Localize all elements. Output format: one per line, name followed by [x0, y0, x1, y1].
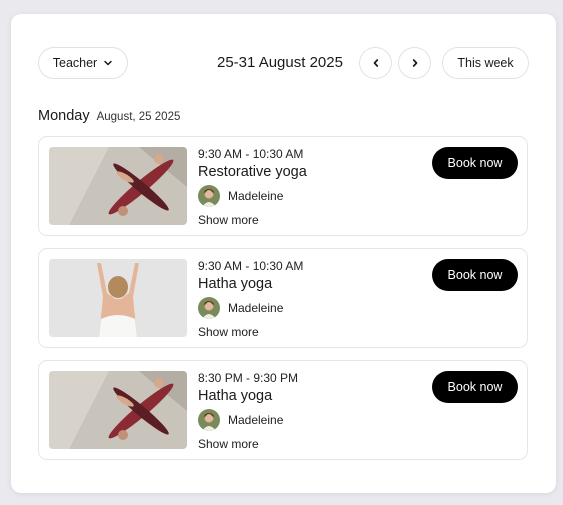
class-time: 9:30 AM - 10:30 AM	[198, 259, 304, 273]
show-more-link[interactable]: Show more	[198, 325, 259, 339]
teacher-name: Madeleine	[228, 413, 284, 427]
class-name: Hatha yoga	[198, 388, 273, 404]
day-name: Monday	[38, 108, 90, 124]
book-now-button[interactable]: Book now	[432, 147, 518, 179]
class-image	[49, 147, 187, 225]
teacher-filter-label: Teacher	[52, 56, 98, 70]
class-image	[49, 371, 187, 449]
class-time: 9:30 AM - 10:30 AM	[198, 147, 304, 161]
teacher-filter-dropdown[interactable]: Teacher	[38, 47, 128, 79]
class-teacher: Madeleine	[198, 409, 283, 431]
class-name: Hatha yoga	[198, 276, 273, 292]
avatar	[198, 185, 220, 207]
class-teacher: Madeleine	[198, 297, 283, 319]
chevron-left-icon	[373, 59, 378, 67]
class-card: 9:30 AM - 10:30 AM Restorative yoga Made…	[38, 136, 528, 236]
book-now-button[interactable]: Book now	[432, 259, 518, 291]
avatar	[198, 409, 220, 431]
teacher-name: Madeleine	[228, 189, 284, 203]
show-more-link[interactable]: Show more	[198, 437, 259, 451]
teacher-name: Madeleine	[228, 301, 284, 315]
class-card: 9:30 AM - 10:30 AM Hatha yoga Madeleine …	[38, 248, 528, 348]
chevron-down-icon	[104, 60, 112, 66]
show-more-link[interactable]: Show more	[198, 213, 259, 227]
avatar	[198, 297, 220, 319]
class-card: 8:30 PM - 9:30 PM Hatha yoga Madeleine S…	[38, 360, 528, 460]
class-time: 8:30 PM - 9:30 PM	[198, 371, 299, 385]
class-image	[49, 259, 187, 337]
previous-week-button[interactable]	[359, 47, 392, 79]
schedule-card: Teacher 25-31 August 2025 This week Mond…	[11, 14, 556, 493]
day-header: Monday August, 25 2025	[38, 108, 180, 124]
day-date: August, 25 2025	[96, 111, 181, 123]
class-name: Restorative yoga	[198, 164, 307, 180]
next-week-button[interactable]	[398, 47, 431, 79]
book-now-button[interactable]: Book now	[432, 371, 518, 403]
week-range: 25-31 August 2025	[217, 54, 343, 71]
class-teacher: Madeleine	[198, 185, 283, 207]
this-week-button[interactable]: This week	[442, 47, 529, 79]
chevron-right-icon	[412, 59, 417, 67]
